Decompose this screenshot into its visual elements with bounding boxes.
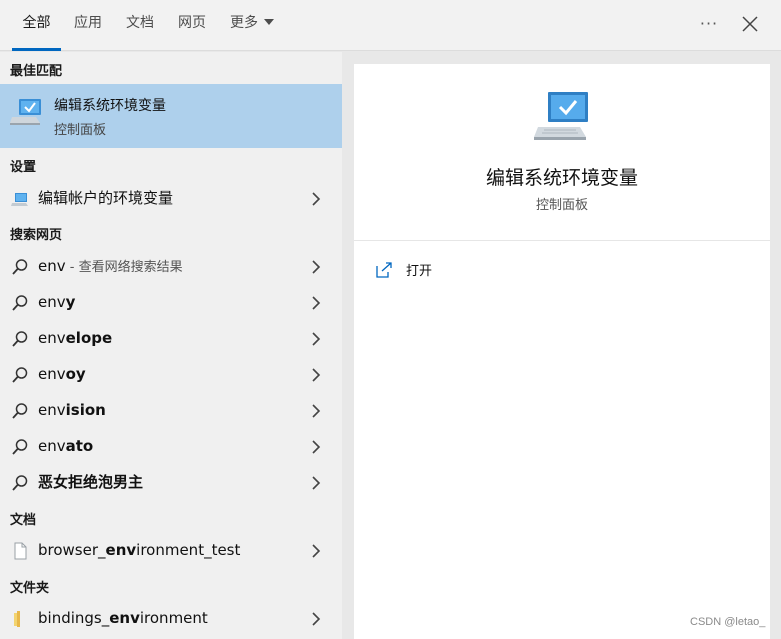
- web-result-label: envoy: [38, 356, 86, 392]
- section-best-match: 最佳匹配: [10, 64, 63, 79]
- folder-icon: [14, 611, 20, 627]
- section-documents: 文档: [10, 513, 37, 528]
- search-icon: [12, 331, 28, 347]
- web-result-completion: ato: [65, 437, 94, 455]
- tab-apps-label: 应用: [74, 15, 102, 31]
- web-result-label: envelope: [38, 320, 112, 356]
- search-icon: [12, 295, 28, 311]
- web-result-text: env: [38, 437, 66, 455]
- search-icon: [12, 403, 28, 419]
- tab-web-label: 网页: [178, 15, 206, 31]
- folder-result-item[interactable]: bindings_environment: [0, 600, 342, 636]
- web-result-label: envy: [38, 284, 75, 320]
- chevron-right-icon[interactable]: [311, 544, 321, 558]
- web-result-label: envision: [38, 392, 106, 428]
- web-result-item[interactable]: envoy: [0, 356, 342, 392]
- search-icon: [12, 439, 28, 455]
- chevron-right-icon[interactable]: [311, 476, 321, 490]
- document-name-prefix: browser_: [38, 541, 106, 559]
- close-icon[interactable]: [738, 12, 762, 36]
- watermark: CSDN @letao_: [690, 616, 766, 628]
- detail-subtitle: 控制面板: [535, 198, 588, 213]
- caret-down-icon: [264, 19, 274, 25]
- web-result-item[interactable]: env - 查看网络搜索结果: [0, 248, 342, 284]
- tab-documents[interactable]: 文档: [120, 0, 160, 51]
- tab-web[interactable]: 网页: [172, 0, 212, 51]
- web-result-item[interactable]: 恶女拒绝泡男主: [0, 464, 342, 500]
- search-scope-tabs: 全部 应用 文档 网页 更多 ···: [0, 0, 781, 51]
- document-result-label: browser_environment_test: [38, 532, 240, 568]
- monitor-icon: [11, 193, 28, 206]
- web-result-item[interactable]: envision: [0, 392, 342, 428]
- file-icon: [14, 542, 27, 560]
- tab-all-label: 全部: [22, 15, 51, 31]
- chevron-right-icon[interactable]: [311, 296, 321, 310]
- tab-all[interactable]: 全部: [12, 0, 61, 51]
- search-icon: [12, 367, 28, 383]
- web-result-text: env: [38, 401, 66, 419]
- chevron-right-icon[interactable]: [311, 192, 321, 206]
- chevron-right-icon[interactable]: [311, 612, 321, 626]
- tab-apps[interactable]: 应用: [68, 0, 108, 51]
- results-pane: 最佳匹配 编辑系统环境变量 控制面板 设置 编辑帐户的环境变量 搜索网页 env…: [0, 52, 342, 639]
- tab-more-label: 更多: [230, 15, 258, 31]
- web-result-text: env: [38, 257, 66, 275]
- document-name-suffix: ironment_test: [136, 541, 241, 559]
- web-result-label: 恶女拒绝泡男主: [38, 464, 143, 500]
- web-result-item[interactable]: envato: [0, 428, 342, 464]
- search-icon: [12, 259, 28, 275]
- web-result-text: env: [38, 293, 66, 311]
- section-web: 搜索网页: [10, 228, 63, 243]
- web-result-label: envato: [38, 428, 93, 464]
- document-name-match: env: [105, 541, 137, 559]
- web-result-completion: elope: [65, 329, 113, 347]
- detail-divider: [354, 240, 770, 241]
- open-label: 打开: [406, 264, 433, 279]
- monitor-check-icon: [534, 92, 588, 140]
- open-external-icon: [376, 262, 392, 278]
- best-match-item[interactable]: 编辑系统环境变量 控制面板: [0, 84, 342, 148]
- section-folders: 文件夹: [10, 581, 50, 596]
- web-result-text: env: [38, 329, 66, 347]
- tab-documents-label: 文档: [126, 15, 154, 31]
- monitor-check-icon: [10, 99, 41, 125]
- folder-result-label: bindings_environment: [38, 600, 208, 636]
- web-result-item[interactable]: envy: [0, 284, 342, 320]
- best-match-subtitle: 控制面板: [54, 123, 107, 138]
- web-result-text: env: [38, 365, 66, 383]
- web-result-label: env - 查看网络搜索结果: [38, 248, 183, 286]
- settings-result-item[interactable]: 编辑帐户的环境变量: [0, 180, 342, 216]
- web-result-completion: oy: [65, 365, 86, 383]
- folder-name-prefix: bindings_: [38, 609, 110, 627]
- chevron-right-icon[interactable]: [311, 404, 321, 418]
- chevron-right-icon[interactable]: [311, 260, 321, 274]
- web-result-note: - 查看网络搜索结果: [65, 260, 183, 275]
- more-options-button[interactable]: ···: [697, 10, 721, 38]
- section-settings: 设置: [10, 160, 37, 175]
- tab-more[interactable]: 更多: [224, 0, 280, 51]
- web-result-completion: 恶女拒绝泡男主: [38, 473, 144, 491]
- web-result-completion: ision: [65, 401, 106, 419]
- document-result-item[interactable]: browser_environment_test: [0, 532, 342, 568]
- detail-title: 编辑系统环境变量: [485, 167, 638, 189]
- folder-name-match: env: [109, 609, 140, 627]
- search-icon: [12, 475, 28, 491]
- settings-result-label: 编辑帐户的环境变量: [38, 189, 174, 207]
- detail-pane: 编辑系统环境变量 控制面板 打开: [354, 64, 770, 639]
- chevron-right-icon[interactable]: [311, 332, 321, 346]
- web-result-item[interactable]: envelope: [0, 320, 342, 356]
- best-match-title: 编辑系统环境变量: [54, 98, 166, 114]
- chevron-right-icon[interactable]: [311, 368, 321, 382]
- chevron-right-icon[interactable]: [311, 440, 321, 454]
- folder-name-suffix: ironment: [139, 609, 208, 627]
- web-result-completion: y: [65, 293, 76, 311]
